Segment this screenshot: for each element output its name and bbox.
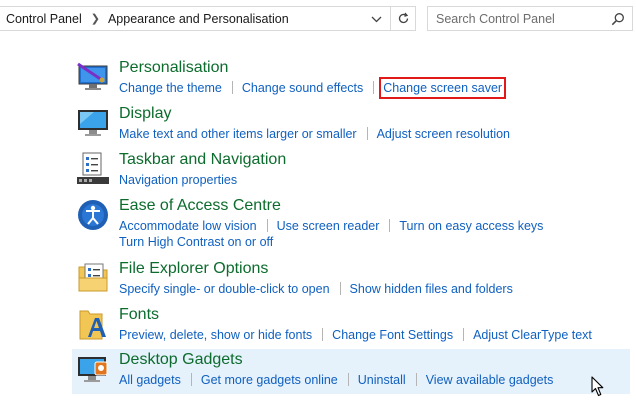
link-easy-access-keys[interactable]: Turn on easy access keys: [399, 219, 543, 233]
breadcrumb-control-panel[interactable]: Control Panel: [0, 12, 82, 26]
links-personalisation: Change the theme Change sound effects Chan…: [119, 77, 507, 99]
category-file-explorer-options: File Explorer Options Specify single- or…: [72, 260, 630, 301]
link-show-hidden-files[interactable]: Show hidden files and folders: [350, 282, 513, 296]
links-display: Make text and other items larger or smal…: [119, 126, 510, 142]
link-preview-fonts[interactable]: Preview, delete, show or hide fonts: [119, 328, 312, 342]
link-uninstall[interactable]: Uninstall: [358, 373, 406, 387]
category-title-display[interactable]: Display: [119, 105, 171, 123]
category-display: Display Make text and other items larger…: [72, 105, 630, 146]
divider: [231, 81, 233, 94]
links-desktop-gadgets: All gadgets Get more gadgets online Uninst…: [119, 372, 553, 388]
taskbar-icon[interactable]: [76, 152, 110, 186]
links-file-explorer-options: Specify single- or double-click to open S…: [119, 281, 513, 297]
divider: [347, 373, 349, 386]
link-get-more-gadgets[interactable]: Get more gadgets online: [201, 373, 338, 387]
refresh-icon: [398, 12, 408, 24]
search-box[interactable]: [427, 6, 633, 31]
link-accommodate-low-vision[interactable]: Accommodate low vision: [119, 219, 257, 233]
divider: [366, 127, 368, 140]
personalisation-icon[interactable]: [76, 60, 110, 94]
links-taskbar: Navigation properties: [119, 172, 237, 188]
link-view-available-gadgets[interactable]: View available gadgets: [426, 373, 554, 387]
category-title-desktop-gadgets[interactable]: Desktop Gadgets: [119, 351, 243, 369]
refresh-button[interactable]: [390, 7, 415, 30]
ease-of-access-icon[interactable]: [76, 198, 110, 232]
category-title-taskbar[interactable]: Taskbar and Navigation: [119, 151, 286, 169]
divider: [463, 328, 465, 341]
category-title-file-explorer-options[interactable]: File Explorer Options: [119, 260, 268, 278]
link-high-contrast[interactable]: Turn High Contrast on or off: [119, 235, 273, 249]
desktop-gadgets-icon[interactable]: [76, 353, 110, 387]
divider: [373, 81, 375, 94]
category-title-ease-of-access[interactable]: Ease of Access Centre: [119, 197, 281, 215]
link-adjust-resolution[interactable]: Adjust screen resolution: [377, 127, 510, 141]
search-input[interactable]: [428, 10, 608, 27]
search-icon[interactable]: [611, 12, 625, 29]
link-change-theme[interactable]: Change the theme: [119, 81, 222, 95]
fonts-icon[interactable]: [76, 307, 110, 341]
link-adjust-cleartype[interactable]: Adjust ClearType text: [473, 328, 592, 342]
breadcrumb-separator-icon[interactable]: ❯: [91, 12, 100, 25]
link-use-screen-reader[interactable]: Use screen reader: [277, 219, 380, 233]
category-taskbar: Taskbar and Navigation Navigation proper…: [72, 151, 630, 192]
divider: [389, 219, 391, 232]
category-desktop-gadgets[interactable]: Desktop Gadgets All gadgets Get more gadg…: [72, 349, 630, 394]
divider: [190, 373, 192, 386]
link-change-screen-saver[interactable]: Change screen saver: [379, 77, 507, 99]
display-icon[interactable]: [76, 106, 110, 140]
category-personalisation: Personalisation Change the theme Change s…: [72, 59, 630, 100]
divider: [266, 219, 268, 232]
category-ease-of-access: Ease of Access Centre Accommodate low vi…: [72, 197, 630, 252]
file-explorer-options-icon[interactable]: [76, 261, 110, 295]
category-fonts: Fonts Preview, delete, show or hide font…: [72, 306, 630, 347]
breadcrumb-appearance[interactable]: Appearance and Personalisation: [108, 12, 289, 26]
category-title-fonts[interactable]: Fonts: [119, 306, 159, 324]
link-navigation-properties[interactable]: Navigation properties: [119, 173, 237, 187]
chevron-down-icon[interactable]: [367, 10, 385, 28]
address-bar[interactable]: Control Panel ❯ Appearance and Personali…: [0, 6, 416, 31]
link-all-gadgets[interactable]: All gadgets: [119, 373, 181, 387]
links-fonts: Preview, delete, show or hide fonts Chang…: [119, 327, 592, 343]
link-change-sound-effects[interactable]: Change sound effects: [242, 81, 363, 95]
link-single-double-click[interactable]: Specify single- or double-click to open: [119, 282, 330, 296]
divider: [339, 282, 341, 295]
link-make-text-larger[interactable]: Make text and other items larger or smal…: [119, 127, 357, 141]
divider: [415, 373, 417, 386]
links-ease-of-access: Accommodate low vision Use screen reader T…: [119, 218, 543, 250]
link-change-font-settings[interactable]: Change Font Settings: [332, 328, 453, 342]
divider: [322, 328, 324, 341]
mouse-cursor-icon: [591, 376, 604, 402]
category-title-personalisation[interactable]: Personalisation: [119, 59, 228, 77]
